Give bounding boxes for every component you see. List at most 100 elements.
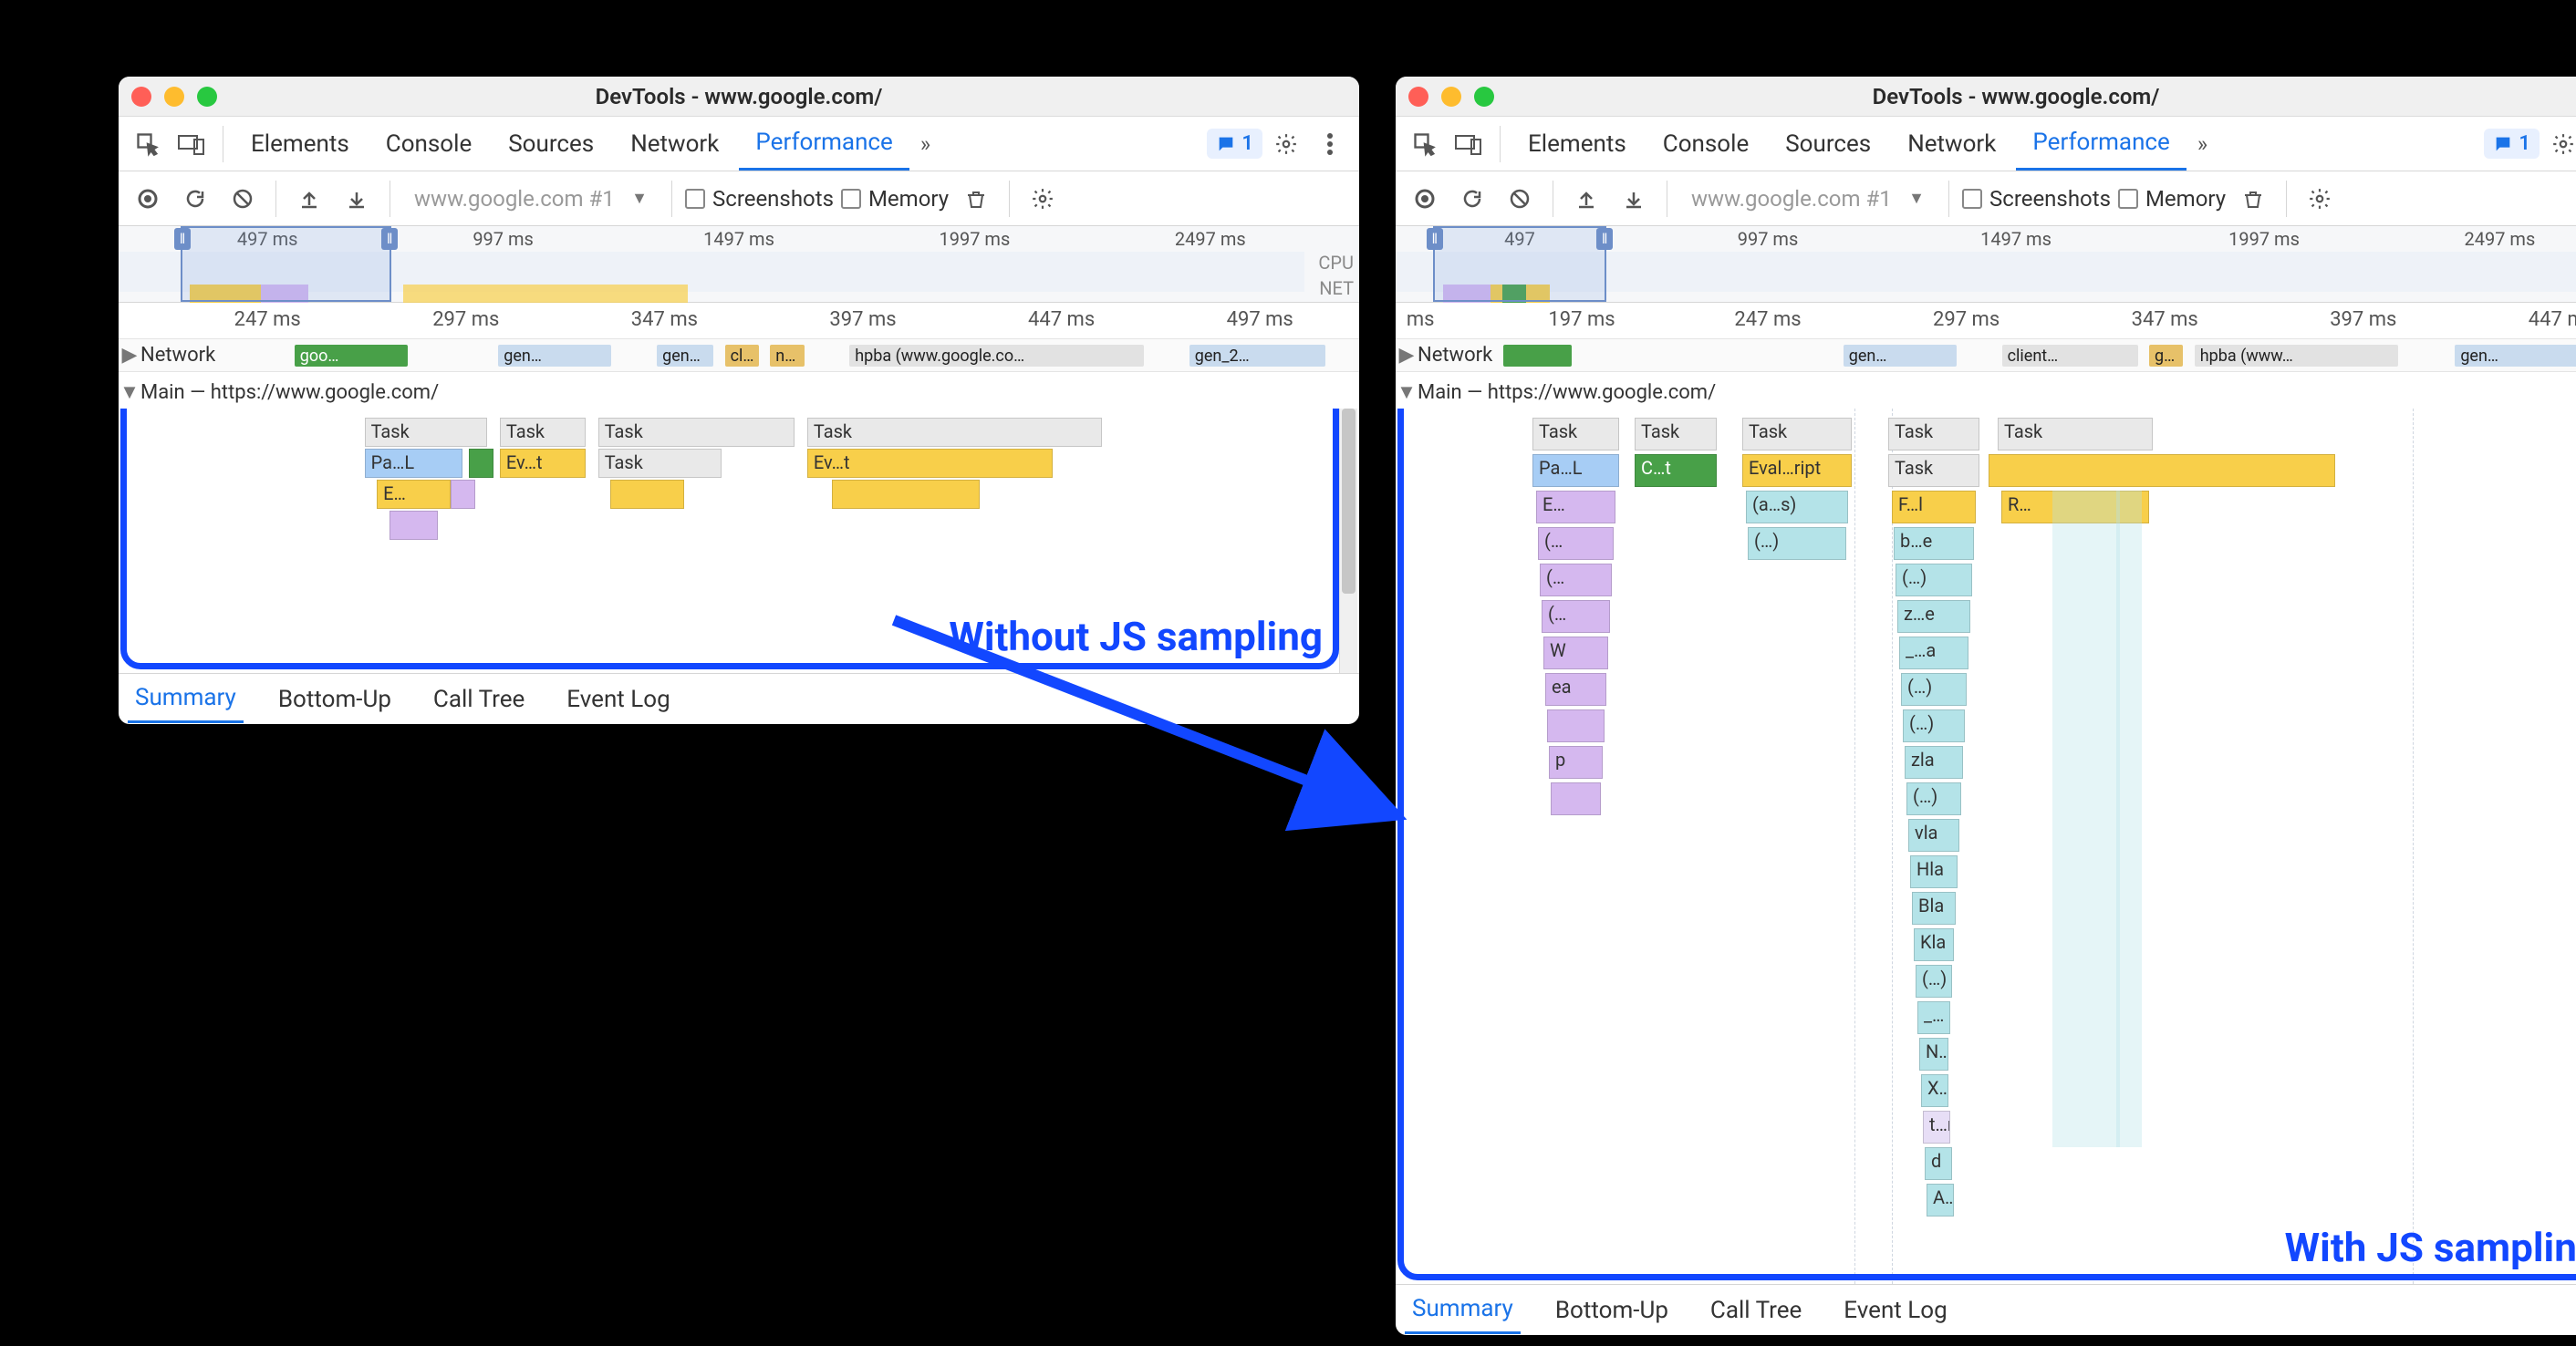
minimize-window-button[interactable] (1441, 87, 1461, 107)
flame-block[interactable]: (…) (1901, 673, 1967, 706)
issues-badge[interactable]: 1 (1207, 129, 1262, 159)
screenshots-checkbox[interactable]: Screenshots (1962, 186, 2111, 212)
tab-summary[interactable]: Summary (1405, 1286, 1521, 1334)
timeline-overview[interactable]: 497 997 ms 1497 ms 1997 ms 2497 ms CPU N… (1396, 226, 2576, 303)
collapse-triangle-icon[interactable]: ▼ (119, 380, 140, 404)
flame-block[interactable]: Task (1532, 418, 1619, 450)
flame-block[interactable]: Task (1635, 418, 1717, 450)
collect-garbage-icon[interactable] (2233, 179, 2273, 219)
flame-block[interactable]: Hla (1910, 855, 1958, 888)
clear-icon[interactable] (223, 179, 263, 219)
flame-block[interactable]: zla (1905, 746, 1963, 779)
flame-block[interactable]: Task (807, 418, 1103, 447)
network-track[interactable]: ▶ Network goo… gen… gen… cl… n… hpba (ww… (119, 339, 1359, 372)
network-bar[interactable]: goo… (295, 345, 408, 367)
upload-icon[interactable] (289, 179, 329, 219)
selection-right-handle-icon[interactable]: ‖ (1596, 228, 1613, 250)
flame-block[interactable]: E… (1536, 491, 1615, 523)
flame-block[interactable]: (… (1542, 600, 1610, 633)
minimize-window-button[interactable] (164, 87, 184, 107)
flame-block[interactable]: Task (365, 418, 488, 447)
tab-call-tree[interactable]: Call Tree (426, 677, 532, 722)
overview-selection[interactable]: ‖ ‖ (181, 226, 391, 302)
overview-selection[interactable]: ‖ ‖ (1433, 226, 1606, 302)
download-icon[interactable] (337, 179, 377, 219)
flame-block[interactable]: Task (1888, 418, 1979, 450)
flame-block[interactable]: W (1543, 637, 1608, 669)
tab-elements[interactable]: Elements (234, 117, 366, 171)
flame-block[interactable]: (… (1538, 527, 1614, 560)
flame-block[interactable]: Ev…t (500, 449, 586, 478)
screenshots-checkbox[interactable]: Screenshots (685, 186, 834, 212)
settings-gear-icon[interactable] (1266, 124, 1306, 164)
flame-block[interactable]: (…) (1748, 527, 1846, 560)
flame-block[interactable]: Task (598, 418, 795, 447)
flame-block[interactable]: (… (1540, 564, 1612, 596)
flame-block[interactable]: Pa…L (1532, 454, 1619, 487)
flame-block[interactable]: Task (500, 418, 586, 447)
more-tabs-icon[interactable]: » (913, 131, 938, 157)
flame-block[interactable] (469, 449, 493, 478)
network-bar[interactable]: gen… (657, 345, 713, 367)
flame-block[interactable]: C…t (1635, 454, 1717, 487)
network-bar[interactable]: gen_2… (1189, 345, 1325, 367)
flame-block[interactable] (390, 511, 439, 540)
flame-block[interactable] (1547, 709, 1605, 742)
network-bar[interactable]: g… (2149, 345, 2183, 367)
close-window-button[interactable] (131, 87, 151, 107)
tab-event-log[interactable]: Event Log (1836, 1288, 1954, 1333)
tab-network[interactable]: Network (1891, 117, 2012, 171)
flame-block[interactable]: Pa…L (365, 449, 463, 478)
memory-checkbox[interactable]: Memory (2118, 186, 2226, 212)
main-thread-header[interactable]: ▼ Main — https://www.google.com/ (1396, 372, 2576, 409)
capture-settings-gear-icon[interactable] (1023, 179, 1063, 219)
network-bar[interactable]: n… (770, 345, 804, 367)
expand-triangle-icon[interactable]: ▶ (119, 344, 140, 367)
flame-block[interactable]: Ev…t (807, 449, 1054, 478)
flame-block[interactable]: _…a (1899, 637, 1968, 669)
more-tabs-icon[interactable]: » (2190, 131, 2215, 157)
flame-block[interactable] (1551, 782, 1601, 815)
flame-block[interactable] (832, 480, 980, 509)
flame-block[interactable] (610, 480, 684, 509)
flame-block[interactable]: Task (598, 449, 722, 478)
tab-summary[interactable]: Summary (128, 675, 244, 723)
flame-block[interactable]: Task (1888, 454, 1979, 487)
flame-block[interactable] (451, 480, 475, 509)
record-icon[interactable] (128, 179, 168, 219)
flame-block[interactable]: N… (1919, 1038, 1948, 1071)
main-thread-header[interactable]: ▼ Main — https://www.google.com/ (119, 372, 1359, 409)
tab-call-tree[interactable]: Call Tree (1703, 1288, 1809, 1333)
flame-block[interactable]: d (1925, 1147, 1952, 1180)
selection-left-handle-icon[interactable]: ‖ (1427, 228, 1443, 250)
network-bar[interactable]: client… (2002, 345, 2138, 367)
selection-left-handle-icon[interactable]: ‖ (174, 228, 191, 250)
flame-block[interactable]: (a…s) (1746, 491, 1848, 523)
timeline-ruler[interactable]: 247 ms 297 ms 347 ms 397 ms 447 ms 497 m… (119, 303, 1359, 339)
timeline-ruler[interactable]: ms 197 ms 247 ms 297 ms 347 ms 397 ms 44… (1396, 303, 2576, 339)
flame-block[interactable]: (…) (1903, 709, 1965, 742)
network-bar[interactable]: gen… (2455, 345, 2576, 367)
tab-bottom-up[interactable]: Bottom-Up (271, 677, 399, 722)
network-bar[interactable] (1503, 345, 1572, 367)
recording-selector[interactable]: www.google.com #1 ▼ (1680, 186, 1936, 212)
device-toolbar-icon[interactable] (171, 124, 212, 164)
flame-block[interactable]: vla (1908, 819, 1959, 852)
zoom-window-button[interactable] (197, 87, 217, 107)
download-icon[interactable] (1614, 179, 1654, 219)
flame-block[interactable]: (…) (1896, 564, 1972, 596)
flame-block[interactable]: _… (1917, 1001, 1950, 1034)
flame-block[interactable]: (…) (1916, 965, 1952, 998)
flame-block[interactable]: F…l (1892, 491, 1976, 523)
flame-block[interactable]: A… (1927, 1184, 1954, 1217)
flame-block[interactable]: X… (1921, 1074, 1948, 1107)
flame-block[interactable] (1989, 454, 2335, 487)
network-bar[interactable]: hpba (www… (2195, 345, 2399, 367)
selection-right-handle-icon[interactable]: ‖ (381, 228, 398, 250)
flame-block[interactable]: z…e (1897, 600, 1970, 633)
upload-icon[interactable] (1566, 179, 1606, 219)
collect-garbage-icon[interactable] (956, 179, 996, 219)
close-window-button[interactable] (1408, 87, 1428, 107)
recording-selector[interactable]: www.google.com #1 ▼ (403, 186, 659, 212)
flame-block[interactable]: Eval…ript (1742, 454, 1852, 487)
